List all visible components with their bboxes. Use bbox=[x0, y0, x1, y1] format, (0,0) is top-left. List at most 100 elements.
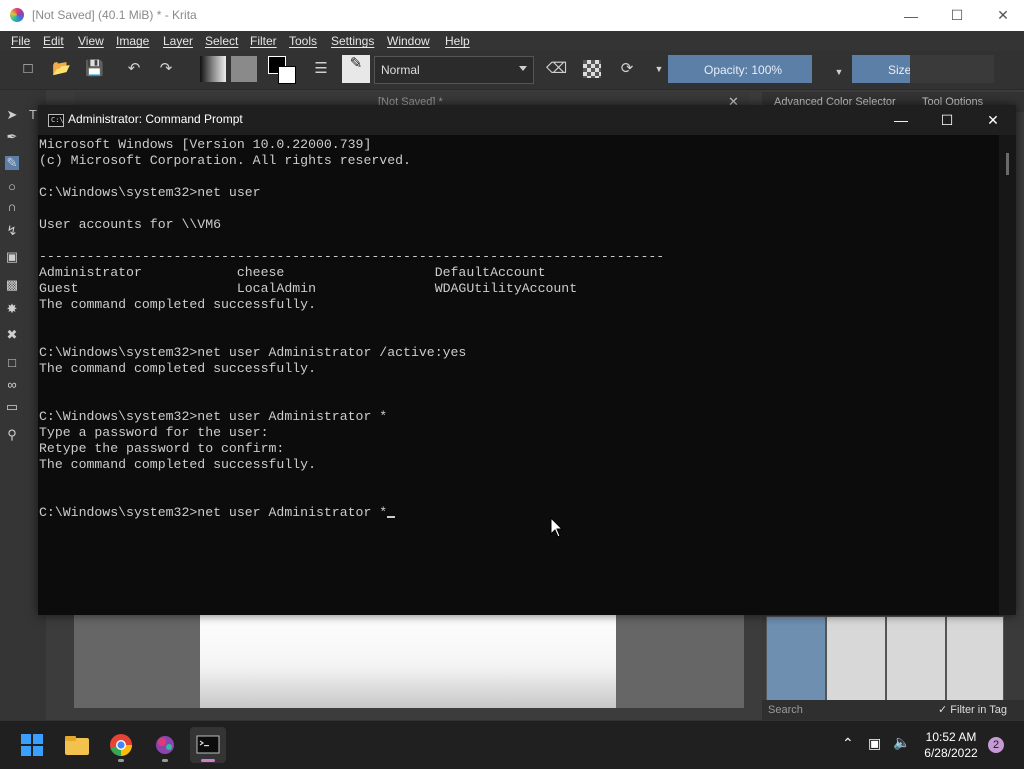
cmd-scrollbar-thumb[interactable] bbox=[1006, 153, 1009, 175]
freehand-brush-icon[interactable]: ✎ bbox=[5, 156, 19, 170]
save-icon[interactable]: 💾 bbox=[85, 60, 104, 78]
brush-preset-icon[interactable]: ✎ bbox=[342, 55, 370, 83]
command-prompt-window[interactable]: C:\ Administrator: Command Prompt — ☐ ✕ … bbox=[38, 105, 1016, 615]
krita-minimize-button[interactable]: — bbox=[888, 0, 934, 31]
taskbar-file-explorer[interactable] bbox=[59, 727, 95, 763]
menu-layer[interactable]: Layer bbox=[163, 34, 193, 48]
console-prompt-text: C:\Windows\system32>net user Administrat… bbox=[39, 505, 388, 520]
canvas[interactable] bbox=[200, 614, 616, 708]
cmd-title-bar[interactable]: C:\ Administrator: Command Prompt — ☐ ✕ bbox=[38, 105, 1016, 135]
cmd-console-output[interactable]: Microsoft Windows [Version 10.0.22000.73… bbox=[39, 137, 999, 607]
console-line: C:\Windows\system32>net user bbox=[39, 185, 261, 200]
windows-logo-icon bbox=[21, 734, 43, 756]
notification-badge[interactable]: 2 bbox=[988, 737, 1004, 753]
undo-icon[interactable]: ↶ bbox=[125, 60, 143, 78]
crop-icon[interactable]: ▣ bbox=[5, 250, 19, 264]
brush-search-bar: Search ✓ Filter in Tag bbox=[762, 700, 1024, 720]
cmd-close-button[interactable]: ✕ bbox=[970, 105, 1016, 135]
brush-preset-sketch[interactable] bbox=[946, 616, 1004, 704]
network-icon[interactable]: ▣ bbox=[868, 735, 881, 752]
cmd-maximize-button[interactable]: ☐ bbox=[924, 105, 970, 135]
menu-filter[interactable]: Filter bbox=[250, 34, 277, 48]
menu-settings[interactable]: Settings bbox=[331, 34, 374, 48]
alpha-lock-icon[interactable] bbox=[583, 60, 601, 78]
rect-select-icon[interactable]: □ bbox=[5, 356, 19, 370]
console-line: Administrator cheese DefaultAccount bbox=[39, 265, 546, 280]
filter-in-tag-checkbox[interactable]: ✓ Filter in Tag bbox=[938, 703, 1007, 716]
gradient-icon[interactable] bbox=[200, 56, 226, 82]
taskbar: ⌃ ▣ 🔈 10:52 AM 6/28/2022 2 bbox=[0, 720, 1024, 769]
menu-view[interactable]: View bbox=[78, 34, 104, 48]
reload-icon[interactable]: ⟳ bbox=[618, 60, 636, 78]
open-folder-icon[interactable]: 📂 bbox=[52, 60, 71, 78]
clock-date[interactable]: 6/28/2022 bbox=[922, 746, 980, 760]
running-indicator bbox=[162, 759, 168, 762]
taskbar-krita[interactable] bbox=[147, 727, 183, 763]
clock-time[interactable]: 10:52 AM bbox=[924, 730, 978, 744]
console-line: The command completed successfully. bbox=[39, 457, 316, 472]
krita-title-bar: [Not Saved] (40.1 MiB) * - Krita — ☐ ✕ bbox=[0, 0, 1024, 31]
chevron-down-icon[interactable]: ▼ bbox=[650, 60, 668, 78]
redo-icon[interactable]: ↷ bbox=[157, 60, 175, 78]
brush-preset-wet[interactable] bbox=[826, 616, 886, 704]
krita-maximize-button[interactable]: ☐ bbox=[934, 0, 980, 31]
running-indicator bbox=[118, 759, 124, 762]
console-line: C:\Windows\system32>net user Administrat… bbox=[39, 409, 388, 424]
taskbar-chrome[interactable] bbox=[103, 727, 139, 763]
taskbar-command-prompt[interactable] bbox=[190, 727, 226, 763]
cmd-minimize-button[interactable]: — bbox=[878, 105, 924, 135]
menu-file[interactable]: File bbox=[11, 34, 30, 48]
blend-mode-select[interactable]: Normal bbox=[374, 56, 534, 84]
menu-edit[interactable]: Edit bbox=[43, 34, 64, 48]
volume-icon[interactable]: 🔈 bbox=[893, 734, 910, 751]
zoom-icon[interactable]: ⚲ bbox=[5, 428, 19, 442]
brush-preset-pencil[interactable] bbox=[886, 616, 946, 704]
ellipse-icon[interactable]: ○ bbox=[5, 180, 19, 194]
console-line: Guest LocalAdmin WDAGUtilityAccount bbox=[39, 281, 578, 296]
bezier-select-icon[interactable]: ▭ bbox=[5, 400, 19, 414]
console-input-line[interactable]: C:\Windows\system32>net user Administrat… bbox=[39, 505, 999, 521]
dynamic-brush-icon[interactable]: ↯ bbox=[5, 224, 19, 238]
menu-tools[interactable]: Tools bbox=[289, 34, 317, 48]
console-line: ----------------------------------------… bbox=[39, 249, 665, 264]
console-line: Type a password for the user: bbox=[39, 425, 269, 440]
chevron-up-icon[interactable]: ⌃ bbox=[842, 735, 854, 752]
color-swatch-icon[interactable] bbox=[268, 56, 296, 84]
select-shapes-icon[interactable]: ➤ bbox=[5, 108, 19, 122]
menu-image[interactable]: Image bbox=[116, 34, 149, 48]
brush-search-input[interactable]: Search bbox=[768, 704, 803, 716]
start-button[interactable] bbox=[14, 727, 50, 763]
krita-menu-bar: File Edit View Image Layer Select Filter… bbox=[0, 31, 1024, 51]
console-line: C:\Windows\system32>net user Administrat… bbox=[39, 345, 467, 360]
cmd-window-title: Administrator: Command Prompt bbox=[68, 112, 243, 126]
eraser-icon[interactable]: ⌫ bbox=[546, 60, 567, 78]
chevron-down-icon[interactable]: ▼ bbox=[830, 63, 848, 81]
chevron-down-icon bbox=[519, 66, 527, 71]
brush-preset-ink[interactable] bbox=[766, 616, 826, 704]
pattern-icon[interactable] bbox=[231, 56, 257, 82]
krita-close-button[interactable]: ✕ bbox=[980, 0, 1024, 31]
console-line: Retype the password to confirm: bbox=[39, 441, 285, 456]
gradient-tool-icon[interactable]: ▩ bbox=[5, 278, 19, 292]
size-slider[interactable]: Size: 40.00 px bbox=[852, 55, 994, 83]
console-line: The command completed successfully. bbox=[39, 361, 316, 376]
krita-icon bbox=[156, 736, 174, 754]
assistant-icon[interactable]: ✖ bbox=[5, 328, 19, 342]
menu-help[interactable]: Help bbox=[445, 34, 470, 48]
opacity-slider[interactable]: Opacity: 100% bbox=[668, 55, 812, 83]
lasso-icon[interactable]: ∞ bbox=[5, 378, 19, 392]
brush-presets-icon[interactable]: ☰ bbox=[312, 60, 330, 78]
bezier-icon[interactable]: ∩ bbox=[5, 200, 19, 214]
console-line: User accounts for \\VM6 bbox=[39, 217, 222, 232]
menu-window[interactable]: Window bbox=[387, 34, 430, 48]
new-document-icon[interactable]: □ bbox=[19, 60, 37, 78]
menu-select[interactable]: Select bbox=[205, 34, 238, 48]
cmd-scrollbar[interactable] bbox=[999, 135, 1016, 615]
colorize-icon[interactable]: ✸ bbox=[5, 302, 19, 316]
calligraphy-icon[interactable]: ✒ bbox=[5, 130, 19, 144]
